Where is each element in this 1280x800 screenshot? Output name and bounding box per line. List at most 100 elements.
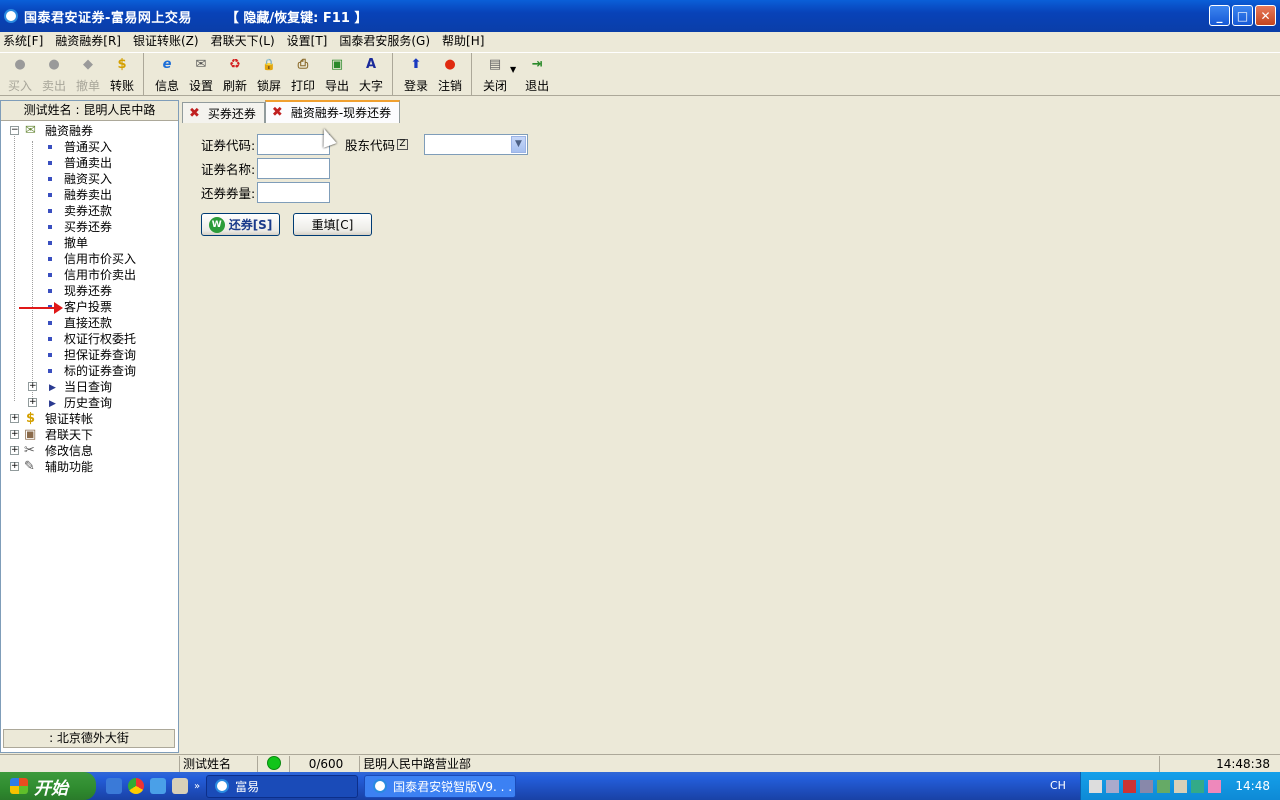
logout-button[interactable]: ● 注销: [433, 53, 467, 95]
tab-close-icon[interactable]: ✖: [272, 105, 283, 120]
sell-button[interactable]: ● 卖出: [37, 53, 71, 95]
menu-junlian[interactable]: 君联天下(L): [211, 32, 275, 49]
minimize-button[interactable]: _: [1209, 5, 1230, 26]
chrome-icon[interactable]: [128, 778, 144, 794]
menu-service[interactable]: 国泰君安服务(G): [339, 32, 430, 49]
qty-row: 还券券量:: [201, 181, 331, 203]
tray-icon-volume[interactable]: [1140, 779, 1153, 793]
large-font-button[interactable]: A 大字: [354, 53, 388, 95]
title-bar[interactable]: 国泰君安证券-富易网上交易 【 隐藏/恢复键: F11 】 _ □ ✕: [0, 0, 1280, 32]
menu-bank-transfer[interactable]: 银证转账(Z): [133, 32, 199, 49]
task-fuyi[interactable]: 富易: [206, 774, 359, 798]
tree-item-direct-repay[interactable]: 直接还款: [1, 315, 178, 331]
desktop-icon[interactable]: [106, 778, 122, 794]
tree-root-junlian[interactable]: + ▣ 君联天下: [1, 427, 178, 443]
tree-item-margin-buy[interactable]: 融资买入: [1, 171, 178, 187]
tree-item-stock-return[interactable]: 现券还券: [1, 283, 178, 299]
cancel-order-button[interactable]: ◆ 撤单: [71, 53, 105, 95]
expand-icon[interactable]: +: [28, 382, 37, 391]
tree-item-history-query[interactable]: + ▶ 历史查询: [1, 395, 178, 411]
expand-icon[interactable]: +: [28, 398, 37, 407]
settings-icon: ✉: [195, 57, 207, 72]
tool-icon[interactable]: [172, 778, 188, 794]
transfer-label: 转账: [109, 79, 134, 93]
menu-margin[interactable]: 融资融券[R]: [55, 32, 121, 49]
close-window-label: 关闭: [482, 79, 507, 93]
tab-label: 买券还券: [207, 106, 256, 121]
close-window-button[interactable]: ▤ 关闭: [478, 53, 512, 95]
buy-button[interactable]: ● 买入: [3, 53, 37, 95]
transfer-button[interactable]: $ 转账: [105, 53, 139, 95]
info-button[interactable]: e 信息: [150, 53, 184, 95]
expand-icon[interactable]: +: [10, 462, 19, 471]
tree-root-bank[interactable]: + $ 银证转帐: [1, 411, 178, 427]
window-title: 国泰君安证券-富易网上交易: [24, 10, 192, 26]
tree-item-label: 当日查询: [64, 380, 113, 394]
login-button[interactable]: ⬆ 登录: [399, 53, 433, 95]
export-button[interactable]: ▣ 导出: [320, 53, 354, 95]
security-name-input[interactable]: [257, 157, 331, 179]
menu-system[interactable]: 系统[F]: [3, 32, 43, 49]
task-ruizhi[interactable]: 国泰君安锐智版V9. . .: [364, 774, 517, 798]
expand-icon[interactable]: +: [10, 446, 19, 455]
maximize-button[interactable]: □: [1232, 5, 1253, 26]
exit-button[interactable]: ⇥ 退出: [520, 53, 554, 95]
tree-item-target-query[interactable]: 标的证券查询: [1, 363, 178, 379]
tree-item-collateral-query[interactable]: 担保证券查询: [1, 347, 178, 363]
tray-icon-shield[interactable]: [1123, 779, 1136, 793]
tray-icon-network[interactable]: [1089, 779, 1102, 793]
tree-item-short-sell[interactable]: 融券卖出: [1, 187, 178, 203]
tree-item-sell-repay[interactable]: 卖券还款: [1, 203, 178, 219]
status-bar: 测试姓名 0/600 昆明人民中路营业部 14:48:38: [0, 754, 1280, 772]
tab-strip: ✖ 买券还券 ✖ 融资融券-现券还券: [182, 100, 401, 123]
holder-code-select[interactable]: ▼: [424, 134, 528, 155]
tree-item-normal-buy[interactable]: 普通买入: [1, 139, 178, 155]
settings-button[interactable]: ✉ 设置: [184, 53, 218, 95]
return-qty-input[interactable]: [257, 181, 331, 203]
close-button[interactable]: ✕: [1255, 5, 1276, 26]
expand-icon[interactable]: +: [10, 430, 19, 439]
tray-icon-security[interactable]: [1157, 779, 1170, 793]
tree-item-warrant[interactable]: 权证行权委托: [1, 331, 178, 347]
reset-button[interactable]: 重填[C]: [293, 213, 372, 236]
lock-icon: 🔒: [262, 58, 276, 71]
tray-icon-ime[interactable]: [1208, 779, 1221, 793]
tray-icon-update[interactable]: [1191, 779, 1204, 793]
tab-close-icon[interactable]: ✖: [189, 106, 200, 121]
return-stock-button[interactable]: W 还券[S]: [201, 213, 280, 236]
shield-icon[interactable]: [150, 778, 166, 794]
close-dropdown-icon[interactable]: ▼: [510, 65, 516, 95]
app-icon: [4, 9, 18, 23]
print-button[interactable]: ⎙ 打印: [286, 53, 320, 95]
tray-icon-misc[interactable]: [1174, 779, 1187, 793]
start-button[interactable]: 开始: [0, 772, 96, 800]
collapse-icon[interactable]: −: [10, 126, 19, 135]
tab-buy-return[interactable]: ✖ 买券还券: [182, 102, 265, 123]
tree-item-cancel[interactable]: 撤单: [1, 235, 178, 251]
lock-button[interactable]: 🔒 锁屏: [252, 53, 286, 95]
tree-root-margin[interactable]: − ✉ 融资融券: [1, 123, 178, 139]
more-chevron-icon[interactable]: »: [194, 781, 200, 792]
ruizhi-icon: [373, 779, 388, 793]
tree-item-buy-return[interactable]: 买券还券: [1, 219, 178, 235]
tab-stock-return[interactable]: ✖ 融资融券-现券还券: [264, 100, 401, 123]
tree-item-today-query[interactable]: + ▶ 当日查询: [1, 379, 178, 395]
tree-item-market-buy[interactable]: 信用市价买入: [1, 251, 178, 267]
name-label: 证券名称:: [201, 161, 256, 177]
cancel-order-label: 撤单: [75, 79, 100, 93]
tree-item-normal-sell[interactable]: 普通卖出: [1, 155, 178, 171]
info-label: 信息: [154, 79, 179, 93]
tree-item-market-sell[interactable]: 信用市价卖出: [1, 267, 178, 283]
go-icon: W: [208, 216, 225, 233]
menu-settings[interactable]: 设置[T]: [287, 32, 328, 49]
refresh-button[interactable]: ♻ 刷新: [218, 53, 252, 95]
return-stock-label: 还券[S]: [228, 218, 273, 232]
tree-root-aux[interactable]: + ✎ 辅助功能: [1, 459, 178, 475]
menu-help[interactable]: 帮助[H]: [442, 32, 484, 49]
language-indicator[interactable]: CH: [1050, 772, 1066, 800]
tree-root-edit-info[interactable]: + ✂ 修改信息: [1, 443, 178, 459]
tray-icon-app[interactable]: [1106, 779, 1119, 793]
expand-icon[interactable]: +: [10, 414, 19, 423]
dollar-icon: $: [117, 57, 127, 72]
chevron-down-icon[interactable]: ▼: [511, 136, 526, 153]
